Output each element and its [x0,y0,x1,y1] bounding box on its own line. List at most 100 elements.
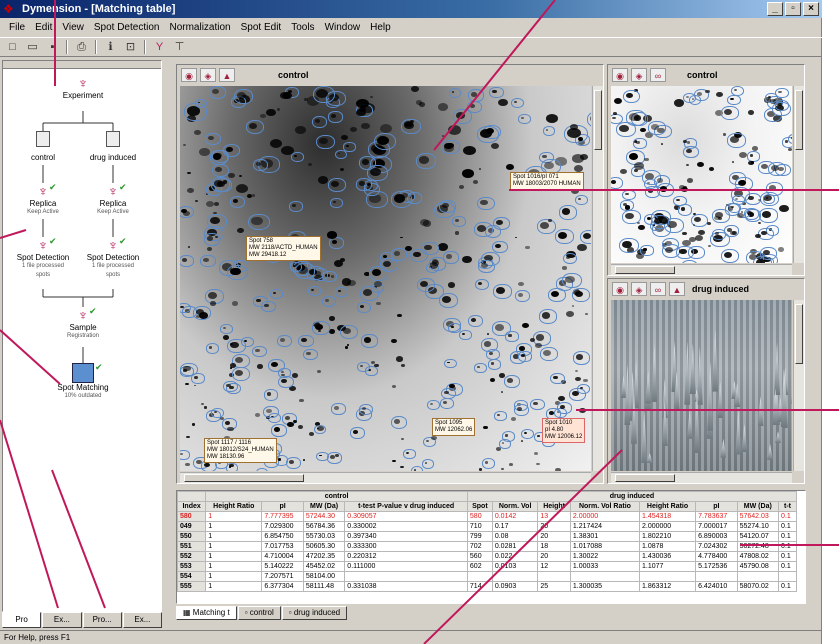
tree-node-spot-detection-control[interactable]: ♆ ✔ Spot Detection 1 file processed spot… [3,237,83,280]
column-header[interactable]: pI [261,501,304,512]
spot-label[interactable]: Spot 1016/pI 071 MW 18003/2070 HUMAN [510,172,584,190]
info-icon[interactable]: ℹ [102,39,119,55]
tab-pro-2[interactable]: Pro... [82,612,122,628]
vertical-scrollbar[interactable] [592,86,603,471]
menu-help[interactable]: Help [365,20,396,36]
gel-spot [317,176,329,184]
spot-contour [426,400,440,411]
table-row[interactable]: 553 1 5.140222 45452.02 0.111000 602 0.0103 12 1… [177,561,797,572]
scroll-thumb[interactable] [184,474,304,482]
column-header[interactable]: MW (Da) [736,501,780,512]
table-row[interactable]: 049 1 7.029300 56784.36 0.330002 710 0.17 20 1.2… [177,521,797,532]
column-header[interactable]: Norm. Vol Ratio [569,501,641,512]
row-index-cell: 049 [177,521,207,532]
column-header[interactable]: t-test P-value v drug induced [344,501,468,512]
3d-surface-image[interactable] [611,300,792,471]
tree-node-spot-detection-drug[interactable]: ♆ ✔ Spot Detection 1 file processed spot… [73,237,153,280]
table-row[interactable]: 555 1 6.377304 58111.48 0.331038 714 0.0903 25 1… [177,581,797,592]
scroll-thumb[interactable] [795,90,803,150]
table-row[interactable]: 580 1 7.777395 57244.30 0.309057 580 0.0142 13 2… [177,511,797,522]
tree-node-experiment[interactable]: ♆ Experiment [43,75,123,100]
column-header[interactable]: t-t [778,501,797,512]
menu-tools[interactable]: Tools [286,20,319,36]
scroll-thumb[interactable] [594,90,602,150]
tree-node-control[interactable]: control [3,131,83,162]
new-icon[interactable]: □ [4,39,21,55]
gel-mode-icon[interactable]: ◉ [612,68,628,82]
menu-normalization[interactable]: Normalization [164,20,235,36]
vertical-scrollbar[interactable] [793,86,804,263]
vertical-scrollbar[interactable] [793,300,804,471]
gel-spot [376,301,381,306]
minimize-button[interactable]: _ [767,2,783,16]
scroll-thumb[interactable] [615,474,675,482]
horizontal-scrollbar[interactable] [611,264,792,275]
menu-edit[interactable]: Edit [30,20,57,36]
tree-node-replica-drug[interactable]: ♆ ✔ Replica Keep Active [73,183,153,217]
spot-mode-icon[interactable]: ◈ [200,68,216,82]
tree-node-drug-induced[interactable]: drug induced [73,131,153,162]
tree-node-replica-control[interactable]: ♆ ✔ Replica Keep Active [3,183,83,217]
tree-icon[interactable]: ⊤ [171,39,188,55]
tab-pro[interactable]: Pro [2,612,42,628]
column-header[interactable]: Spot [466,501,493,512]
column-header[interactable]: Height Ratio [205,501,263,512]
tree-node-sample[interactable]: ♆ ✔ Sample Registration [43,307,123,341]
column-header[interactable]: Index [177,501,207,512]
menu-file[interactable]: File [4,20,30,36]
scroll-thumb[interactable] [795,304,803,364]
menu-spot-detection[interactable]: Spot Detection [89,20,165,36]
table-cell [736,571,780,582]
restore-button[interactable]: ▫ [785,2,801,16]
tab-ex-2[interactable]: Ex... [122,612,162,628]
3d-mode-icon[interactable]: ▲ [219,68,235,82]
gel-mode-icon[interactable]: ◉ [181,68,197,82]
spot-label[interactable]: Spot 1117 / 1116 MW 18012/S24_HUMAN MW 1… [204,438,277,463]
spot-mode-icon[interactable]: ◈ [631,68,647,82]
spot-contour [727,94,741,106]
column-header[interactable]: pI [695,501,738,512]
column-header[interactable]: Norm. Vol [491,501,539,512]
tab-ex[interactable]: Ex... [42,612,82,628]
horizontal-scrollbar[interactable] [611,472,792,483]
fit-icon[interactable]: ⊡ [122,39,139,55]
column-header[interactable]: MW (Da) [302,501,346,512]
menu-view[interactable]: View [57,20,89,36]
gel-spot [256,364,263,369]
horizontal-scrollbar[interactable] [180,472,591,483]
column-header[interactable]: Height [537,501,571,512]
gel-image[interactable] [180,86,591,471]
link-icon[interactable]: ∞ [650,282,666,296]
gel-mode-icon[interactable]: ◉ [612,282,628,296]
menu-window[interactable]: Window [320,20,366,36]
open-icon[interactable]: ▭ [24,39,41,55]
table-cell: 0.17 [491,521,539,532]
3d-mode-icon[interactable]: ▲ [669,282,685,296]
spot-contour [743,208,760,221]
spot-contour [489,86,504,98]
tool-icon[interactable]: Y [151,39,168,55]
menu-spot-edit[interactable]: Spot Edit [236,20,287,36]
save-icon[interactable]: ▪ [44,39,61,55]
spot-label[interactable]: Spot 1010 pI 4.80 MW 12006.12 [542,418,586,443]
gel-spot [739,151,748,159]
tab-drug-induced[interactable]: ▫ drug induced [281,606,348,620]
print-icon[interactable]: ⎙ [73,39,90,55]
table-row[interactable]: 552 1 4.710004 47202.35 0.220312 560 0.022 20 1.… [177,551,797,562]
spot-label[interactable]: Spot 1095 MW 12062.06 [432,418,476,436]
link-icon[interactable]: ∞ [650,68,666,82]
table-row[interactable]: 551 1 7.017753 50605.30 0.333300 702 0.0281 18 1… [177,541,797,552]
close-button[interactable]: × [803,2,819,16]
gel-image[interactable] [611,86,792,263]
table-row[interactable]: 550 1 6.854750 55730.03 0.397340 799 0.08 20 1.3… [177,531,797,542]
column-header[interactable]: Height Ratio [638,501,697,512]
gel-spot [483,425,489,430]
tab-matching-table[interactable]: ▦ Matching t [176,606,237,620]
scroll-thumb[interactable] [615,266,675,274]
gel-spot [755,233,761,238]
spot-mode-icon[interactable]: ◈ [631,282,647,296]
table-row[interactable]: 554 1 7.207571 58104.00 [177,571,797,582]
tree-node-spot-matching[interactable]: ✔ Spot Matching 10% outdated [43,363,123,401]
tab-control[interactable]: ▫ control [237,606,281,620]
spot-label[interactable]: Spot 758 MW 2118/ACTD_HUMAN MW 29418.12 [246,236,321,261]
